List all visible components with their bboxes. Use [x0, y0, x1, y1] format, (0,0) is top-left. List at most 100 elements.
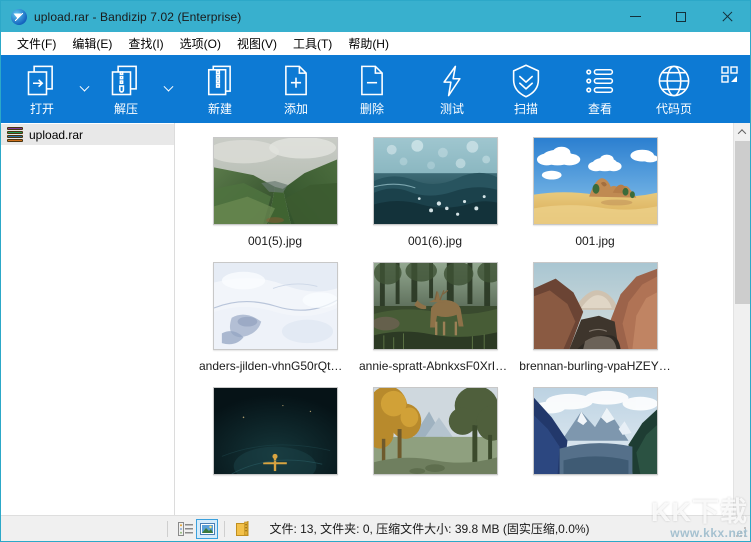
expand-panel-icon[interactable] [720, 65, 740, 85]
folder-tree-sidebar: upload.rar [1, 123, 175, 515]
toolbar-extract-button[interactable]: 解压 [93, 58, 159, 120]
archive-info-button[interactable] [231, 519, 253, 539]
status-separator [167, 520, 169, 537]
chevron-down-icon [163, 81, 173, 92]
file-name: 001(5).jpg [247, 234, 303, 248]
file-name: 001.jpg [575, 234, 615, 248]
thumbnail-view-icon [199, 522, 215, 535]
toolbar-view-label: 查看 [587, 102, 612, 116]
list-item[interactable]: 001(6).jpg [355, 137, 515, 248]
new-archive-icon [202, 63, 238, 99]
file-name: annie-spratt-AbnkxsF0XrI-… [359, 359, 511, 373]
toolbar-view-button[interactable]: 查看 [567, 58, 633, 120]
toolbar-test-button[interactable]: 测试 [419, 58, 485, 120]
window-title: upload.rar - Bandizip 7.02 (Enterprise) [34, 9, 242, 24]
file-grid-panel: 001(5).jpg 001(6).jpg 001.jpg anders-jil… [175, 123, 750, 515]
toolbar-delete-button[interactable]: 删除 [339, 58, 405, 120]
rar-archive-icon [7, 127, 23, 142]
toolbar-group-open: 打开 [1, 58, 93, 120]
test-lightning-icon [434, 63, 470, 99]
toolbar-add-label: 添加 [283, 102, 308, 116]
list-item[interactable]: 001.jpg [515, 137, 675, 248]
minimize-icon [629, 16, 641, 17]
bandizip-logo-icon [11, 8, 27, 25]
list-item[interactable] [515, 387, 675, 484]
maximize-button[interactable] [658, 1, 704, 32]
list-item[interactable] [355, 387, 515, 484]
chevron-up-icon [737, 128, 747, 138]
bandizip-window: upload.rar - Bandizip 7.02 (Enterprise) … [0, 0, 751, 542]
scroll-up-button[interactable] [734, 123, 751, 140]
close-icon [721, 11, 733, 23]
toolbar-scan-button[interactable]: 扫描 [493, 58, 559, 120]
maximize-icon [676, 11, 686, 22]
status-bar: 文件: 13, 文件夹: 0, 压缩文件大小: 39.8 MB (固实压缩,0.… [1, 515, 750, 541]
thumbnail-red-canyon [532, 262, 658, 350]
main-body: upload.rar 001(5).jpg 001(6).jpg 001.jpg… [1, 123, 750, 515]
toolbar-open-dropdown[interactable] [75, 58, 93, 120]
minimize-button[interactable] [612, 1, 658, 32]
toolbar-codepage-label: 代码页 [655, 102, 692, 116]
vertical-scrollbar[interactable] [733, 123, 750, 515]
view-details-button[interactable] [174, 519, 196, 539]
thumbnail-green-valley [212, 137, 338, 225]
toolbar-test-label: 测试 [439, 102, 464, 116]
list-item[interactable]: annie-spratt-AbnkxsF0XrI-… [355, 262, 515, 373]
view-thumbnail-button[interactable] [196, 518, 219, 539]
toolbar-scan-label: 扫描 [513, 102, 538, 116]
toolbar-open-button[interactable]: 打开 [9, 58, 75, 120]
extract-icon [108, 63, 144, 99]
title-bar: upload.rar - Bandizip 7.02 (Enterprise) [1, 1, 750, 32]
open-archive-icon [24, 63, 60, 99]
file-grid: 001(5).jpg 001(6).jpg 001.jpg anders-jil… [195, 137, 733, 498]
menu-view[interactable]: 视图(V) [229, 33, 285, 54]
toolbar-extract-dropdown[interactable] [159, 58, 177, 120]
menu-bar: 文件(F) 编辑(E) 查找(I) 选项(O) 视图(V) 工具(T) 帮助(H… [1, 32, 750, 55]
menu-edit[interactable]: 编辑(E) [64, 33, 120, 54]
thumbnail-snow-aerial [212, 262, 338, 350]
list-item[interactable] [195, 387, 355, 484]
resize-grip-icon[interactable] [735, 526, 747, 538]
thumbnail-autumn-trees [372, 387, 498, 475]
file-name: anders-jilden-vhnG50rQtU… [199, 359, 351, 373]
menu-tools[interactable]: 工具(T) [285, 33, 340, 54]
toolbar-add-button[interactable]: 添加 [263, 58, 329, 120]
sidebar-item-upload-rar[interactable]: upload.rar [1, 124, 174, 145]
close-button[interactable] [704, 1, 750, 32]
thumbnail-deer-forest [372, 262, 498, 350]
scrollbar-thumb[interactable] [735, 141, 750, 304]
file-name: 001(6).jpg [407, 234, 463, 248]
file-name: brennan-burling-vpaHZEY… [519, 359, 671, 373]
thumbnail-night-figure [212, 387, 338, 475]
file-grid-scroll-area: 001(5).jpg 001(6).jpg 001.jpg anders-jil… [175, 123, 733, 515]
codepage-globe-icon [656, 63, 692, 99]
chevron-down-icon [79, 81, 89, 92]
toolbar-extract-label: 解压 [113, 102, 138, 116]
thumbnail-ocean-waves [372, 137, 498, 225]
archive-info-text: 文件: 13, 文件夹: 0, 压缩文件大小: 39.8 MB (固实压缩,0.… [269, 522, 590, 536]
toolbar-new-label: 新建 [207, 102, 232, 116]
toolbar-codepage-button[interactable]: 代码页 [641, 58, 707, 120]
menu-options[interactable]: 选项(O) [172, 33, 229, 54]
list-item[interactable]: brennan-burling-vpaHZEY… [515, 262, 675, 373]
archive-folder-icon [235, 521, 249, 536]
status-separator [224, 520, 226, 537]
toolbar-delete-label: 删除 [359, 102, 384, 116]
toolbar-new-button[interactable]: 新建 [187, 58, 253, 120]
view-list-icon [582, 63, 618, 99]
menu-file[interactable]: 文件(F) [9, 33, 64, 54]
list-item[interactable]: 001(5).jpg [195, 137, 355, 248]
list-item[interactable]: anders-jilden-vhnG50rQtU… [195, 262, 355, 373]
toolbar-open-label: 打开 [29, 102, 54, 116]
sidebar-item-label: upload.rar [29, 127, 84, 142]
add-file-icon [278, 63, 314, 99]
toolbar-group-extract: 解压 [93, 58, 177, 120]
menu-help[interactable]: 帮助(H) [340, 33, 397, 54]
scan-shield-icon [508, 63, 544, 99]
main-toolbar: 打开 解压 新建 添加 删除 测试 扫描 查看 代码页 [1, 55, 750, 123]
thumbnail-desert-sky [532, 137, 658, 225]
window-controls [612, 1, 750, 32]
thumbnail-blue-mountains [532, 387, 658, 475]
details-view-icon [177, 521, 193, 536]
menu-find[interactable]: 查找(I) [120, 33, 171, 54]
